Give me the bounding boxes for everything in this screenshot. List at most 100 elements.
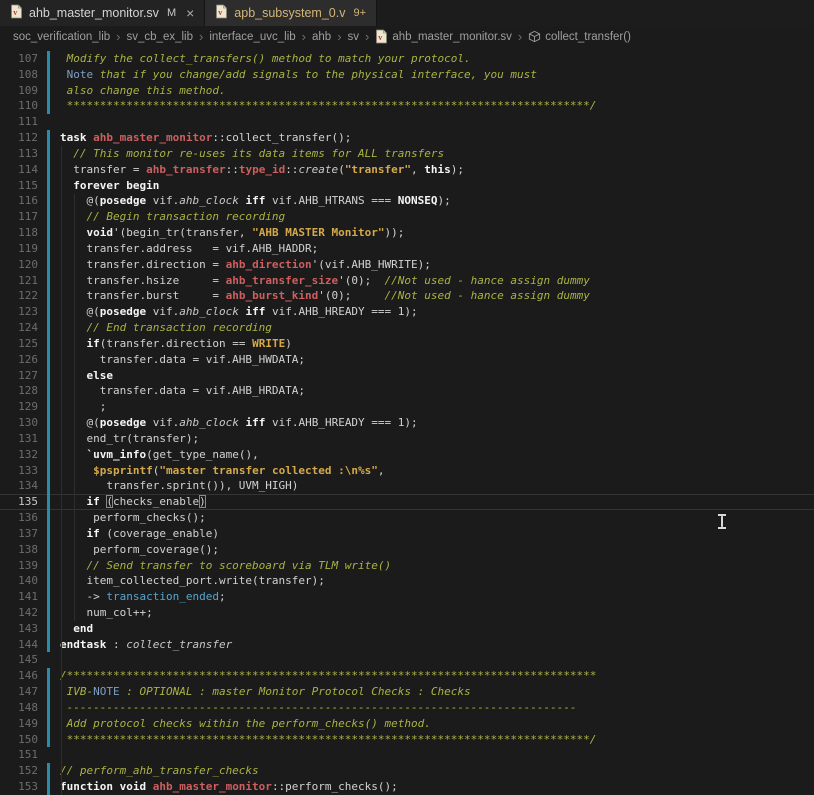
tab-ahb-master-monitor[interactable]: v ahb_master_monitor.sv M × bbox=[0, 0, 205, 26]
breadcrumb-item[interactable]: collect_transfer() bbox=[528, 30, 631, 43]
code-line[interactable]: 111 bbox=[0, 114, 814, 130]
code-line[interactable]: 127 else bbox=[0, 368, 814, 384]
code-line[interactable]: 120 transfer.direction = ahb_direction'(… bbox=[0, 257, 814, 273]
line-number[interactable]: 110 bbox=[0, 98, 38, 114]
code-line[interactable]: 137 if (coverage_enable) bbox=[0, 526, 814, 542]
line-number[interactable]: 142 bbox=[0, 605, 38, 621]
code-line[interactable]: 140 item_collected_port.write(transfer); bbox=[0, 573, 814, 589]
code-line[interactable]: 146/************************************… bbox=[0, 668, 814, 684]
line-number[interactable]: 133 bbox=[0, 463, 38, 479]
code-line[interactable]: 129 ; bbox=[0, 399, 814, 415]
breadcrumb-item[interactable]: ahb bbox=[312, 31, 331, 43]
breadcrumb-item[interactable]: soc_verification_lib bbox=[13, 31, 110, 43]
line-number[interactable]: 119 bbox=[0, 241, 38, 257]
line-number[interactable]: 131 bbox=[0, 431, 38, 447]
code-line[interactable]: 136 perform_checks(); bbox=[0, 510, 814, 526]
line-number[interactable]: 112 bbox=[0, 130, 38, 146]
breadcrumb-item[interactable]: v ahb_master_monitor.sv bbox=[375, 29, 512, 44]
code-line[interactable]: 153function void ahb_master_monitor::per… bbox=[0, 779, 814, 795]
code-line[interactable]: 132 `uvm_info(get_type_name(), bbox=[0, 447, 814, 463]
line-number[interactable]: 146 bbox=[0, 668, 38, 684]
code-line[interactable]: 134 transfer.sprint()), UVM_HIGH) bbox=[0, 478, 814, 494]
line-number[interactable]: 147 bbox=[0, 684, 38, 700]
line-number[interactable]: 139 bbox=[0, 558, 38, 574]
line-number[interactable]: 134 bbox=[0, 478, 38, 494]
line-number[interactable]: 148 bbox=[0, 700, 38, 716]
code-line[interactable]: 121 transfer.hsize = ahb_transfer_size'(… bbox=[0, 273, 814, 289]
line-number[interactable]: 113 bbox=[0, 146, 38, 162]
code-line[interactable]: 109 also change this method. bbox=[0, 83, 814, 99]
line-number[interactable]: 135 bbox=[0, 494, 38, 510]
breadcrumb-item[interactable]: interface_uvc_lib bbox=[209, 31, 295, 43]
breadcrumb-item[interactable]: sv bbox=[348, 31, 360, 43]
code-line[interactable]: 113 // This monitor re-uses its data ite… bbox=[0, 146, 814, 162]
line-number[interactable]: 141 bbox=[0, 589, 38, 605]
line-number[interactable]: 118 bbox=[0, 225, 38, 241]
code-line[interactable]: 112task ahb_master_monitor::collect_tran… bbox=[0, 130, 814, 146]
code-line[interactable]: 141 -> transaction_ended; bbox=[0, 589, 814, 605]
code-line[interactable]: 151 bbox=[0, 747, 814, 763]
line-number[interactable]: 153 bbox=[0, 779, 38, 795]
line-number[interactable]: 143 bbox=[0, 621, 38, 637]
line-number[interactable]: 116 bbox=[0, 193, 38, 209]
line-number[interactable]: 120 bbox=[0, 257, 38, 273]
line-number[interactable]: 125 bbox=[0, 336, 38, 352]
code-line[interactable]: 143 end bbox=[0, 621, 814, 637]
code-line[interactable]: 139 // Send transfer to scoreboard via T… bbox=[0, 558, 814, 574]
line-number[interactable]: 136 bbox=[0, 510, 38, 526]
line-number[interactable]: 130 bbox=[0, 415, 38, 431]
tab-apb-subsystem[interactable]: v apb_subsystem_0.v 9+ bbox=[205, 0, 377, 26]
line-number[interactable]: 107 bbox=[0, 51, 38, 67]
line-number[interactable]: 115 bbox=[0, 178, 38, 194]
code-line[interactable]: 122 transfer.burst = ahb_burst_kind'(0);… bbox=[0, 288, 814, 304]
line-number[interactable]: 109 bbox=[0, 83, 38, 99]
line-number[interactable]: 138 bbox=[0, 542, 38, 558]
line-number[interactable]: 122 bbox=[0, 288, 38, 304]
code-line[interactable]: 123 @(posedge vif.ahb_clock iff vif.AHB_… bbox=[0, 304, 814, 320]
code-line[interactable]: 124 // End transaction recording bbox=[0, 320, 814, 336]
line-number[interactable]: 149 bbox=[0, 716, 38, 732]
line-number[interactable]: 140 bbox=[0, 573, 38, 589]
code-line[interactable]: 119 transfer.address = vif.AHB_HADDR; bbox=[0, 241, 814, 257]
code-line[interactable]: 117 // Begin transaction recording bbox=[0, 209, 814, 225]
close-icon[interactable]: × bbox=[186, 5, 194, 21]
code-line[interactable]: 116 @(posedge vif.ahb_clock iff vif.AHB_… bbox=[0, 193, 814, 209]
code-line[interactable]: 148 ------------------------------------… bbox=[0, 700, 814, 716]
code-line[interactable]: 135 if (checks_enable) bbox=[0, 494, 814, 510]
line-number[interactable]: 114 bbox=[0, 162, 38, 178]
code-line[interactable]: 110 ************************************… bbox=[0, 98, 814, 114]
code-line[interactable]: 142 num_col++; bbox=[0, 605, 814, 621]
line-number[interactable]: 124 bbox=[0, 320, 38, 336]
code-line[interactable]: 150 ************************************… bbox=[0, 732, 814, 748]
line-number[interactable]: 137 bbox=[0, 526, 38, 542]
code-line[interactable]: 107 Modify the collect_transfers() metho… bbox=[0, 51, 814, 67]
line-number[interactable]: 151 bbox=[0, 747, 38, 763]
line-number[interactable]: 128 bbox=[0, 383, 38, 399]
code-line[interactable]: 118 void'(begin_tr(transfer, "AHB MASTER… bbox=[0, 225, 814, 241]
line-number[interactable]: 144 bbox=[0, 637, 38, 653]
line-number[interactable]: 117 bbox=[0, 209, 38, 225]
code-line[interactable]: 145 bbox=[0, 652, 814, 668]
code-line[interactable]: 126 transfer.data = vif.AHB_HWDATA; bbox=[0, 352, 814, 368]
line-number[interactable]: 150 bbox=[0, 732, 38, 748]
code-line[interactable]: 115 forever begin bbox=[0, 178, 814, 194]
code-line[interactable]: 108 Note that if you change/add signals … bbox=[0, 67, 814, 83]
line-number[interactable]: 129 bbox=[0, 399, 38, 415]
code-line[interactable]: 149 Add protocol checks within the perfo… bbox=[0, 716, 814, 732]
code-line[interactable]: 147 IVB-NOTE : OPTIONAL : master Monitor… bbox=[0, 684, 814, 700]
line-number[interactable]: 126 bbox=[0, 352, 38, 368]
line-number[interactable]: 123 bbox=[0, 304, 38, 320]
line-number[interactable]: 152 bbox=[0, 763, 38, 779]
editor-pane[interactable]: 107 Modify the collect_transfers() metho… bbox=[0, 47, 814, 795]
code-line[interactable]: 133 $psprintf("master transfer collected… bbox=[0, 463, 814, 479]
line-number[interactable]: 127 bbox=[0, 368, 38, 384]
code-line[interactable]: 128 transfer.data = vif.AHB_HRDATA; bbox=[0, 383, 814, 399]
line-number[interactable]: 132 bbox=[0, 447, 38, 463]
code-line[interactable]: 114 transfer = ahb_transfer::type_id::cr… bbox=[0, 162, 814, 178]
line-number[interactable]: 121 bbox=[0, 273, 38, 289]
code-line[interactable]: 131 end_tr(transfer); bbox=[0, 431, 814, 447]
line-number[interactable]: 111 bbox=[0, 114, 38, 130]
code-line[interactable]: 125 if(transfer.direction == WRITE) bbox=[0, 336, 814, 352]
breadcrumb-item[interactable]: sv_cb_ex_lib bbox=[127, 31, 193, 43]
code-line[interactable]: 144endtask : collect_transfer bbox=[0, 637, 814, 653]
